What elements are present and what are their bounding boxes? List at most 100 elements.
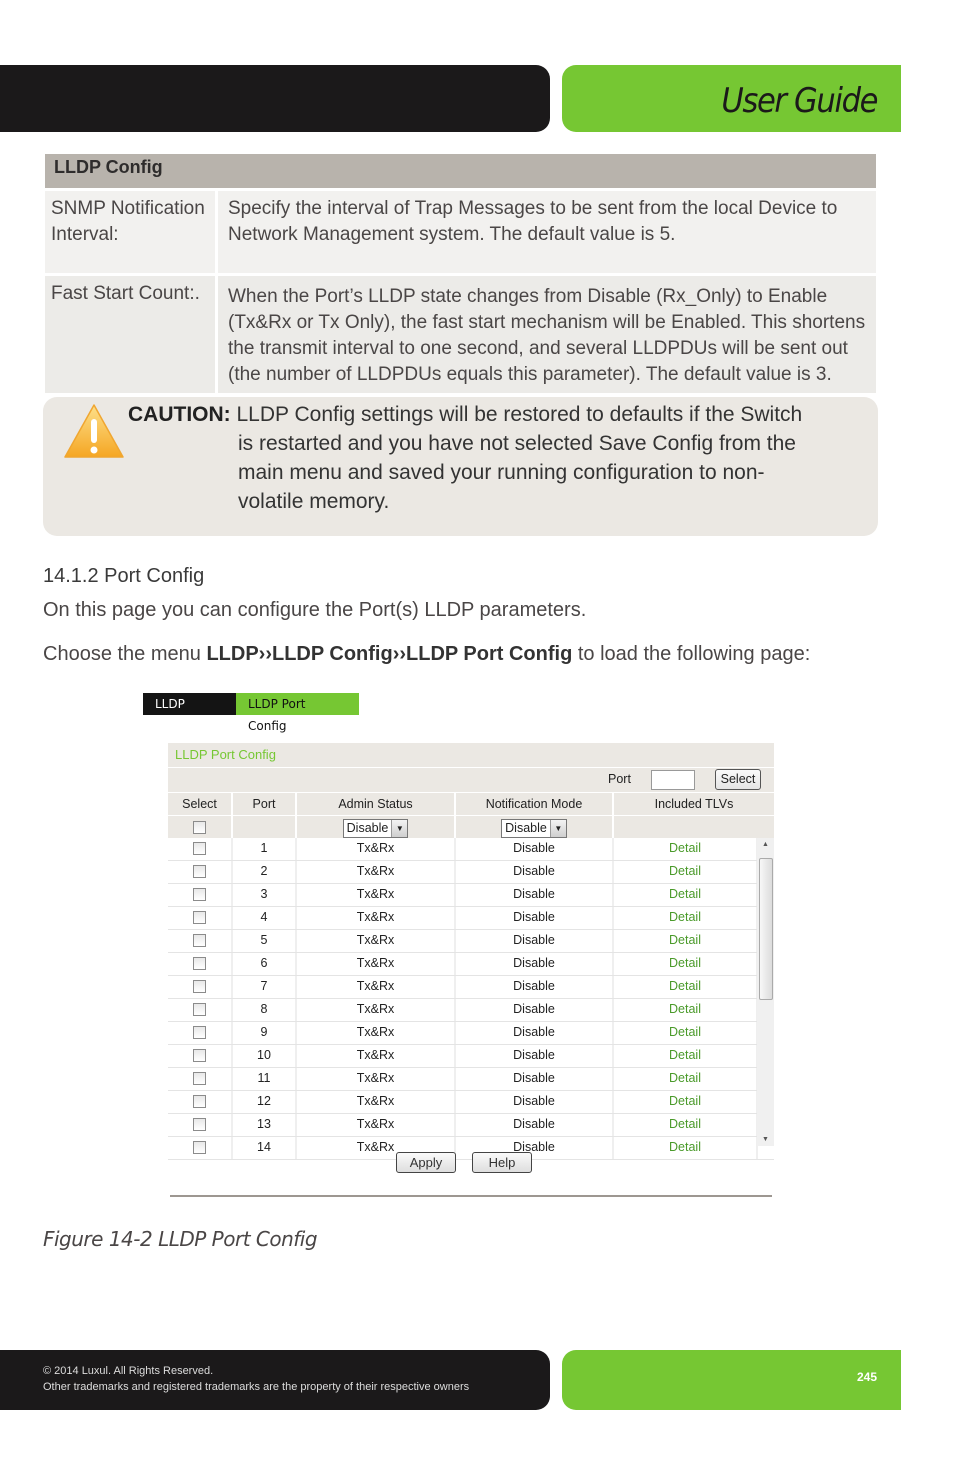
detail-link[interactable]: Detail <box>614 999 758 1021</box>
tab-lldp-port-config[interactable]: LLDP Port Config <box>236 693 359 733</box>
caution-line: LLDP Config settings will be restored to… <box>236 403 803 426</box>
scrollbar-thumb[interactable] <box>759 858 773 1000</box>
detail-link[interactable]: Detail <box>614 884 758 906</box>
admin-status: Tx&Rx <box>297 1091 456 1113</box>
column-headers: Select Port Admin Status Notification Mo… <box>168 792 774 815</box>
detail-link[interactable]: Detail <box>614 953 758 975</box>
row-checkbox[interactable] <box>193 865 206 879</box>
detail-link[interactable]: Detail <box>614 976 758 998</box>
section-title: 14.1.2 Port Config <box>43 565 205 587</box>
row-checkbox[interactable] <box>193 1049 206 1063</box>
table-row: Fast Start Count:. When the Port’s LLDP … <box>45 273 876 393</box>
row-checkbox[interactable] <box>193 934 206 948</box>
col-header-port: Port <box>233 793 297 815</box>
param-label: Fast Start Count:. <box>45 273 218 393</box>
port-number: 7 <box>233 976 297 998</box>
row-checkbox[interactable] <box>193 1095 206 1109</box>
row-checkbox[interactable] <box>193 842 206 856</box>
row-checkbox[interactable] <box>193 1072 206 1086</box>
caution-line: is restarted and you have not selected S… <box>238 432 796 455</box>
port-number: 11 <box>233 1068 297 1090</box>
menu-path: LLDP››LLDP Config››LLDP Port Config <box>206 643 573 665</box>
admin-status: Tx&Rx <box>297 1114 456 1136</box>
scroll-up-arrow-icon[interactable]: ▲ <box>757 841 774 848</box>
row-checkbox[interactable] <box>193 980 206 994</box>
table-row: 12 Tx&Rx Disable Detail <box>168 1091 774 1114</box>
chevron-down-icon: ▼ <box>549 820 566 838</box>
detail-link[interactable]: Detail <box>614 1114 758 1136</box>
table-row: 9 Tx&Rx Disable Detail <box>168 1022 774 1045</box>
row-checkbox[interactable] <box>193 957 206 971</box>
table-heading: LLDP Config <box>45 154 876 190</box>
header-bar-dark <box>0 65 550 132</box>
port-input[interactable] <box>651 770 695 790</box>
admin-status: Tx&Rx <box>297 930 456 952</box>
row-checkbox[interactable] <box>193 911 206 925</box>
row-checkbox[interactable] <box>193 1141 206 1155</box>
menu-suffix: to load the following page: <box>572 643 811 665</box>
caution-text: CAUTION: LLDP Config settings will be re… <box>128 400 848 516</box>
admin-status: Tx&Rx <box>297 1045 456 1067</box>
row-checkbox[interactable] <box>193 888 206 902</box>
page-number: 245 <box>856 1370 877 1384</box>
col-header-included-tlvs: Included TLVs <box>654 797 734 811</box>
port-number: 6 <box>233 953 297 975</box>
detail-link[interactable]: Detail <box>614 1045 758 1067</box>
notification-mode: Disable <box>456 907 614 929</box>
dropdown-value: Disable <box>505 821 547 836</box>
port-number: 9 <box>233 1022 297 1044</box>
notification-mode: Disable <box>456 1091 614 1113</box>
select-all-checkbox[interactable] <box>193 821 206 835</box>
intro-paragraph: On this page you can configure the Port(… <box>43 599 587 621</box>
port-select-row: Port Select <box>168 767 774 792</box>
admin-status-dropdown[interactable]: Disable ▼ <box>342 819 409 839</box>
dropdown-value: Disable <box>346 821 389 836</box>
apply-button[interactable]: Apply <box>396 1152 456 1173</box>
table-row: 10 Tx&Rx Disable Detail <box>168 1045 774 1068</box>
admin-status: Tx&Rx <box>297 953 456 975</box>
port-number: 14 <box>233 1137 297 1159</box>
detail-link[interactable]: Detail <box>614 930 758 952</box>
port-number: 12 <box>233 1091 297 1113</box>
scrollbar[interactable]: ▲ ▼ <box>757 838 774 1146</box>
detail-link[interactable]: Detail <box>614 1022 758 1044</box>
row-checkbox[interactable] <box>193 1026 206 1040</box>
detail-link[interactable]: Detail <box>614 1091 758 1113</box>
param-label: SNMP Notification Interval: <box>45 188 218 275</box>
detail-link[interactable]: Detail <box>614 1068 758 1090</box>
notification-mode: Disable <box>456 1022 614 1044</box>
warning-triangle-icon <box>64 404 124 458</box>
filter-row: Disable ▼ Disable ▼ <box>168 815 774 839</box>
notification-mode: Disable <box>456 1045 614 1067</box>
select-button[interactable]: Select <box>715 769 761 790</box>
param-description: Specify the interval of Trap Messages to… <box>216 188 876 275</box>
row-checkbox[interactable] <box>193 1118 206 1132</box>
notification-mode: Disable <box>456 838 614 860</box>
notification-mode: Disable <box>456 1068 614 1090</box>
table-row: 5 Tx&Rx Disable Detail <box>168 930 774 953</box>
port-number: 8 <box>233 999 297 1021</box>
help-button[interactable]: Help <box>472 1152 532 1173</box>
notification-mode: Disable <box>456 1114 614 1136</box>
notification-mode: Disable <box>456 976 614 998</box>
scroll-down-arrow-icon[interactable]: ▼ <box>757 1136 774 1143</box>
notification-mode: Disable <box>456 999 614 1021</box>
detail-link[interactable]: Detail <box>614 861 758 883</box>
admin-status: Tx&Rx <box>297 861 456 883</box>
menu-prefix: Choose the menu <box>43 643 207 665</box>
tab-lldp-config[interactable]: LLDP Config <box>143 693 236 733</box>
header-bar-green: User Guide <box>562 65 901 132</box>
detail-link[interactable]: Detail <box>614 907 758 929</box>
caution-line: volatile memory. <box>238 490 390 513</box>
admin-status: Tx&Rx <box>297 838 456 860</box>
detail-link[interactable]: Detail <box>614 838 758 860</box>
table-row: 8 Tx&Rx Disable Detail <box>168 999 774 1022</box>
caution-box: CAUTION: LLDP Config settings will be re… <box>43 397 878 536</box>
notification-mode: Disable <box>456 953 614 975</box>
detail-link[interactable]: Detail <box>614 1137 758 1159</box>
col-header-notification-mode: Notification Mode <box>456 793 614 815</box>
ui-tab-bar: LLDP Config LLDP Port Config <box>143 693 359 733</box>
notification-mode-dropdown[interactable]: Disable ▼ <box>501 819 567 839</box>
param-description: When the Port’s LLDP state changes from … <box>216 273 876 393</box>
row-checkbox[interactable] <box>193 1003 206 1017</box>
